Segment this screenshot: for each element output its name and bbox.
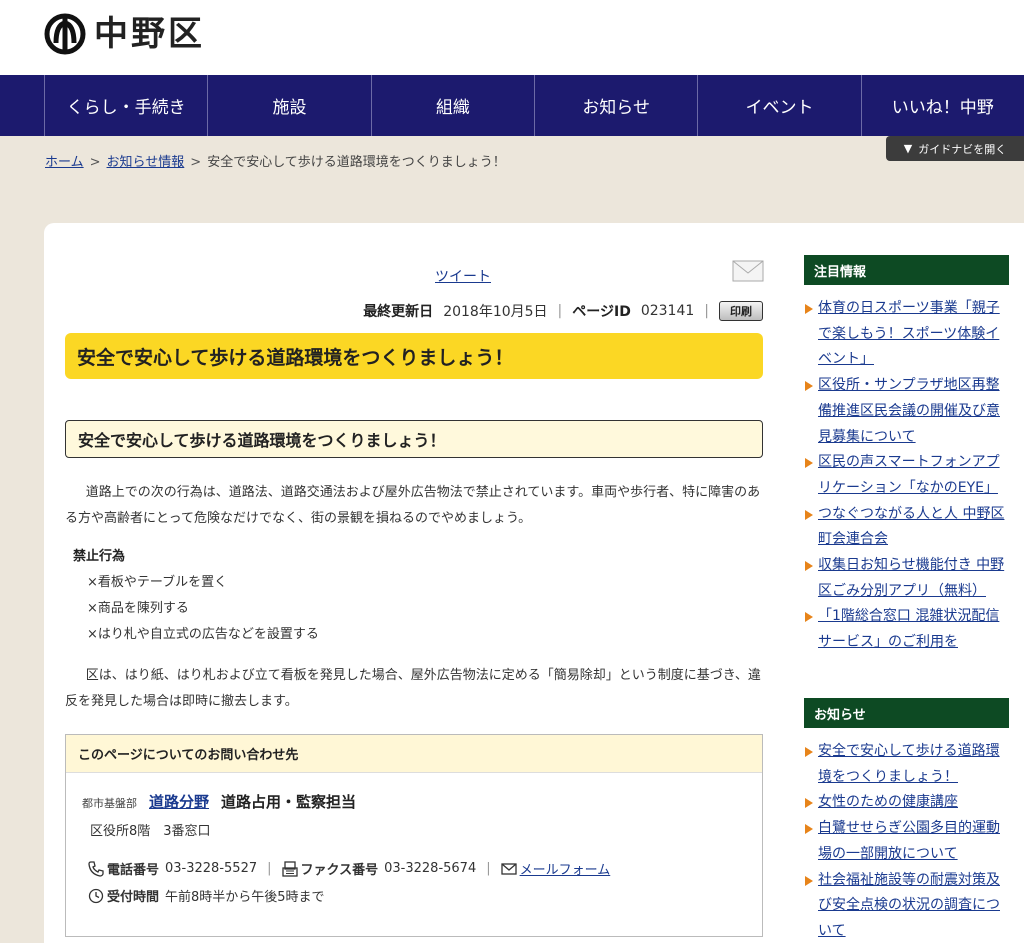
global-nav: くらし・手続き 施設 組織 お知らせ イベント いいね！中野 <box>0 75 1024 136</box>
list-item: 区民の声スマートフォンアプリケーション「なかのEYE」 <box>804 450 1009 501</box>
list-item: 「1階総合窓口 混雑状況配信サービス」のご利用を <box>804 604 1009 655</box>
section-link[interactable]: 道路分野 <box>149 791 209 812</box>
breadcrumb-separator: > <box>89 155 101 170</box>
contact-department: 都市基盤部 道路分野 道路占用・監察担当 <box>82 791 356 812</box>
contact-separator: | <box>267 861 272 876</box>
contact-numbers: 電話番号 03-3228-5527 | ファクス番号 03-3228-5674 … <box>88 859 610 878</box>
contact-separator: | <box>486 861 491 876</box>
nav-item-iine-nakano[interactable]: いいね！中野 <box>860 75 1024 136</box>
clock-icon <box>88 888 104 903</box>
banned-heading: 禁止行為 <box>73 549 126 564</box>
page-title: 安全で安心して歩ける道路環境をつくりましょう！ <box>65 333 763 379</box>
subsection-name: 道路占用・監察担当 <box>221 793 357 811</box>
list-item: 社会福祉施設等の耐震対策及び安全点検の状況の調査について <box>804 868 1009 943</box>
featured-heading: 注目情報 <box>804 255 1009 285</box>
breadcrumb-current: 安全で安心して歩ける道路環境をつくりましょう！ <box>207 155 506 170</box>
hours-label: 受付時間 <box>107 890 160 905</box>
updated-value: 2018年10月5日 <box>443 304 548 320</box>
featured-link[interactable]: 「1階総合窓口 混雑状況配信サービス」のご利用を <box>818 608 999 650</box>
featured-link[interactable]: 体育の日スポーツ事業「親子で楽しもう！スポーツ体験イベント」 <box>818 300 1000 367</box>
news-link[interactable]: 安全で安心して歩ける道路環境をつくりましょう！ <box>818 743 1000 785</box>
featured-link[interactable]: つなぐつながる人と人 中野区町会連合会 <box>818 506 1004 548</box>
office-location: 区役所8階 3番窓口 <box>90 824 211 839</box>
intro-paragraph: 道路上での次の行為は、道路法、道路交通法および屋外広告物法で禁止されています。車… <box>65 485 761 526</box>
nav-item-events[interactable]: イベント <box>697 75 860 136</box>
featured-link[interactable]: 収集日お知らせ機能付き 中野区ごみ分別アプリ（無料） <box>818 557 1004 599</box>
tweet-link[interactable]: ツイート <box>435 266 491 286</box>
list-item: 区役所・サンプラザ地区再整備推進区民会議の開催及び意見募集について <box>804 373 1009 450</box>
contact-box: このページについてのお問い合わせ先 都市基盤部 道路分野 道路占用・監察担当 区… <box>65 734 763 937</box>
site-logo[interactable]: 中野区 <box>44 13 205 55</box>
fax-value: 03-3228-5674 <box>384 861 477 876</box>
mail-icon <box>500 862 517 875</box>
list-item: ×商品を陳列する <box>87 601 189 616</box>
list-item: 体育の日スポーツ事業「親子で楽しもう！スポーツ体験イベント」 <box>804 296 1009 373</box>
banned-list: ×看板やテーブルを置く ×商品を陳列する ×はり札や自立式の広告などを設置する <box>87 570 319 648</box>
featured-list: 体育の日スポーツ事業「親子で楽しもう！スポーツ体験イベント」 区役所・サンプラザ… <box>804 296 1009 656</box>
breadcrumb: ホーム > お知らせ情報 > 安全で安心して歩ける道路環境をつくりましょう！ <box>45 151 506 170</box>
breadcrumb-separator: > <box>190 155 202 170</box>
hours-value: 午前8時半から午後5時まで <box>165 890 325 905</box>
list-item: ×はり札や自立式の広告などを設置する <box>87 627 319 642</box>
list-item: ×看板やテーブルを置く <box>87 575 228 590</box>
nakano-emblem-icon <box>44 13 86 55</box>
site-name: 中野区 <box>94 14 205 54</box>
tel-value: 03-3228-5527 <box>165 861 258 876</box>
news-link[interactable]: 女性のための健康講座 <box>818 794 958 810</box>
news-list: 安全で安心して歩ける道路環境をつくりましょう！ 女性のための健康講座 白鷺せせら… <box>804 739 1009 943</box>
news-heading: お知らせ <box>804 698 1009 728</box>
nav-item-organization[interactable]: 組織 <box>370 75 534 136</box>
news-link[interactable]: 社会福祉施設等の耐震対策及び安全点検の状況の調査について <box>818 872 1000 939</box>
content-panel: ツイート 最終更新日 2018年10月5日 | ページID 023141 | 印… <box>44 223 1024 943</box>
list-item: 収集日お知らせ機能付き 中野区ごみ分別アプリ（無料） <box>804 553 1009 604</box>
meta-separator: | <box>704 303 709 319</box>
breadcrumb-notices[interactable]: お知らせ情報 <box>107 155 185 170</box>
featured-link[interactable]: 区役所・サンプラザ地区再整備推進区民会議の開催及び意見募集について <box>818 377 1000 444</box>
meta-separator: | <box>557 303 563 319</box>
section-heading: 安全で安心して歩ける道路環境をつくりましょう！ <box>65 420 763 458</box>
list-item: 安全で安心して歩ける道路環境をつくりましょう！ <box>804 739 1009 790</box>
nav-item-notices[interactable]: お知らせ <box>533 75 697 136</box>
page-meta: 最終更新日 2018年10月5日 | ページID 023141 | 印刷 <box>363 301 763 321</box>
department-name: 都市基盤部 <box>82 797 137 810</box>
phone-icon <box>88 860 104 877</box>
site-header: 中野区 <box>0 0 1024 75</box>
mail-share-icon[interactable] <box>732 260 764 282</box>
featured-link[interactable]: 区民の声スマートフォンアプリケーション「なかのEYE」 <box>818 454 1000 496</box>
print-button[interactable]: 印刷 <box>719 301 763 321</box>
nav-item-facilities[interactable]: 施設 <box>207 75 370 136</box>
removal-paragraph: 区は、はり紙、はり札および立て看板を発見した場合、屋外広告物法に定める「簡易除却… <box>65 668 761 709</box>
page-id-value: 023141 <box>640 303 695 319</box>
breadcrumb-home[interactable]: ホーム <box>45 155 84 170</box>
fax-icon <box>281 860 298 877</box>
triangle-down-icon: ▼ <box>903 142 913 155</box>
office-hours: 受付時間 午前8時半から午後5時まで <box>88 886 325 905</box>
mail-form-link[interactable]: メールフォーム <box>520 859 611 878</box>
guide-nav-label: ガイドナビを開く <box>918 142 1007 156</box>
list-item: つなぐつながる人と人 中野区町会連合会 <box>804 502 1009 553</box>
updated-label: 最終更新日 <box>363 304 434 320</box>
list-item: 白鷺せせらぎ公園多目的運動場の一部開放について <box>804 816 1009 867</box>
page-id-label: ページID <box>572 304 631 320</box>
tel-label: 電話番号 <box>107 863 160 878</box>
news-link[interactable]: 白鷺せせらぎ公園多目的運動場の一部開放について <box>818 820 1000 862</box>
contact-heading: このページについてのお問い合わせ先 <box>66 735 762 773</box>
list-item: 女性のための健康講座 <box>804 790 1009 816</box>
nav-item-living[interactable]: くらし・手続き <box>44 75 207 136</box>
fax-label: ファクス番号 <box>300 863 379 878</box>
guide-nav-button[interactable]: ▼ ガイドナビを開く <box>886 136 1024 161</box>
